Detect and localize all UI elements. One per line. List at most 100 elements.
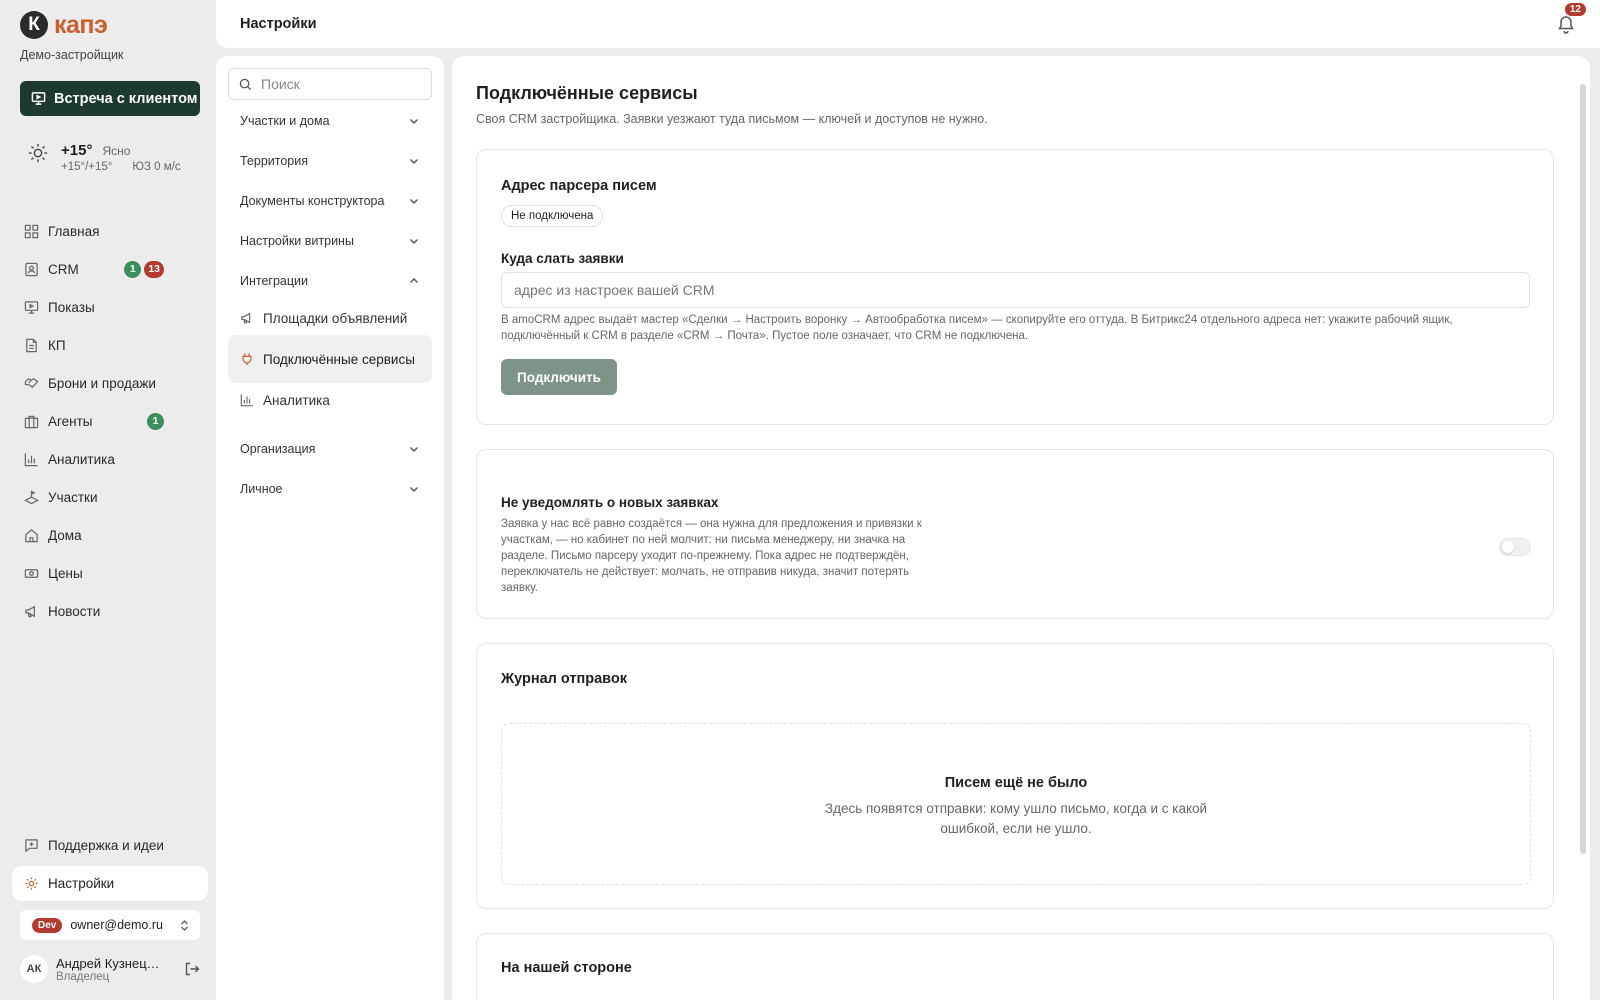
connect-button[interactable]: Подключить [501,359,617,395]
notify-description: Заявка у нас всё равно создаётся — она н… [501,518,922,594]
user-name: Андрей Кузнецов [56,955,160,971]
gear-icon [25,877,38,890]
land-icon [24,489,39,504]
menu-group-organization[interactable]: Организация [228,429,432,469]
nav-label: CRM [48,261,79,277]
weather-wind: ЮЗ 0 м/с [132,161,181,173]
chevron-down-icon [410,447,418,452]
weather-widget: +15° Ясно +15°/+15° ЮЗ 0 м/с [27,142,181,173]
menu-item-listing-platforms[interactable]: Площадки объявлений [228,301,432,335]
presentation-icon [31,92,46,105]
nav-label: Аналитика [48,451,115,467]
megaphone-icon [241,312,251,324]
nav-item-settings[interactable]: Настройки [12,866,208,901]
our-side-card: На нашей стороне [476,933,1554,1000]
notify-card: Не уведомлять о новых заявках Заявка у н… [476,449,1554,619]
menu-group-territory[interactable]: Территория [228,141,432,181]
crm-icon [25,262,38,276]
home-grid-icon [24,224,39,238]
menu-group-integrations[interactable]: Интеграции [228,261,432,301]
menu-item-analytics[interactable]: Аналитика [228,383,432,417]
search-input[interactable] [261,76,411,92]
send-log-card: Журнал отправок Писем ещё не было Здесь … [476,643,1554,909]
nav-item-bookings[interactable]: Брони и продажи [12,364,208,402]
nav-label: КП [48,337,66,353]
feedback-icon [25,838,38,852]
menu-group-label: Участки и дома [240,114,330,128]
menu-group-plots-houses[interactable]: Участки и дома [228,101,432,141]
bell-icon[interactable] [1556,14,1576,34]
weather-range: +15°/+15° [61,161,113,173]
menu-item-connected-services[interactable]: Подключённые сервисы [228,335,432,383]
megaphone-icon [25,605,35,617]
menu-group-label: Организация [240,442,316,456]
nav-item-support[interactable]: Поддержка и идеи [12,826,208,864]
chevron-up-down-icon [181,919,188,931]
client-meeting-button[interactable]: Встреча с клиентом [20,81,200,116]
account-switcher[interactable]: Dev owner@demo.ru [20,910,200,940]
logout-icon[interactable] [184,961,200,977]
nav-label: Показы [48,299,95,315]
menu-group-builder-docs[interactable]: Документы конструктора [228,181,432,221]
empty-state-title: Писем ещё не было [944,775,1088,791]
plug-icon [242,353,252,366]
client-meeting-label: Встреча с клиентом [54,90,198,107]
nav-item-prices[interactable]: Цены [12,554,208,592]
nav-label: Участки [48,489,98,505]
nav-item-plots[interactable]: Участки [12,478,208,516]
page-title: Настройки [240,16,317,32]
main-nav: Главная CRM 1 13 Показы КП Брони и прода… [12,212,208,630]
empty-state: Писем ещё не было Здесь появятся отправк… [501,723,1531,885]
menu-group-showcase[interactable]: Настройки витрины [228,221,432,261]
parser-card: Адрес парсера писем Не подключена Куда с… [476,149,1554,425]
status-badge: Не подключена [501,205,604,227]
chevron-down-icon [410,119,418,124]
nav-label: Настройки [48,876,115,891]
our-side-title: На нашей стороне [501,960,632,976]
presentation-icon [24,300,39,314]
weather-condition: Ясно [102,144,131,158]
nav-label: Поддержка и идеи [48,837,164,853]
menu-group-label: Интеграции [240,274,309,288]
weather-temperature: +15° [61,142,93,159]
empty-state-description: Здесь появятся отправки: кому ушло письм… [824,801,1208,836]
nav-item-showings[interactable]: Показы [12,288,208,326]
nav-label: Дома [48,527,82,543]
nav-item-houses[interactable]: Дома [12,516,208,554]
brand-logo[interactable]: К капэ [20,10,108,40]
user-profile: АК Андрей Кузнецов Владелец [20,955,200,983]
environment-badge: Dev [32,917,63,933]
nav-label: Агенты [48,413,93,429]
menu-group-personal[interactable]: Личное [228,469,432,509]
agents-icon [24,415,39,428]
toggle-knob [1502,541,1514,553]
settings-menu: Участки и дома Территория Документы конс… [216,56,444,1000]
mute-notifications-toggle[interactable] [1499,538,1531,556]
crm-address-input[interactable] [501,272,1530,308]
nav-item-home[interactable]: Главная [12,212,208,250]
menu-item-label: Аналитика [263,392,330,408]
scrollbar[interactable] [1580,84,1586,854]
user-role: Владелец [56,970,110,983]
search-icon [239,78,252,90]
menu-group-label: Настройки витрины [240,234,354,248]
avatar[interactable]: АК [20,955,48,983]
nav-item-crm[interactable]: CRM 1 13 [12,250,208,288]
price-tag-icon [24,568,39,578]
settings-search[interactable] [228,68,432,100]
menu-group-label: Личное [240,482,283,496]
app-sidebar: К капэ Демо-застройщик Встреча с клиенто… [0,0,216,1000]
top-bar: Настройки 12 [216,0,1600,48]
send-log-title: Журнал отправок [501,671,628,687]
document-icon [26,338,37,352]
nav-item-news[interactable]: Новости [12,592,208,630]
crm-address-hint: В amoCRM адрес выдаёт мастер «Сделки → Н… [501,314,1453,342]
nav-item-agents[interactable]: Агенты 1 [12,402,208,440]
bar-chart-icon [24,452,38,466]
nav-label: Брони и продажи [48,375,156,391]
chevron-down-icon [410,199,418,204]
nav-item-proposals[interactable]: КП [12,326,208,364]
crm-new-badge: 1 [124,260,142,278]
chevron-down-icon [410,159,418,164]
nav-item-analytics[interactable]: Аналитика [12,440,208,478]
